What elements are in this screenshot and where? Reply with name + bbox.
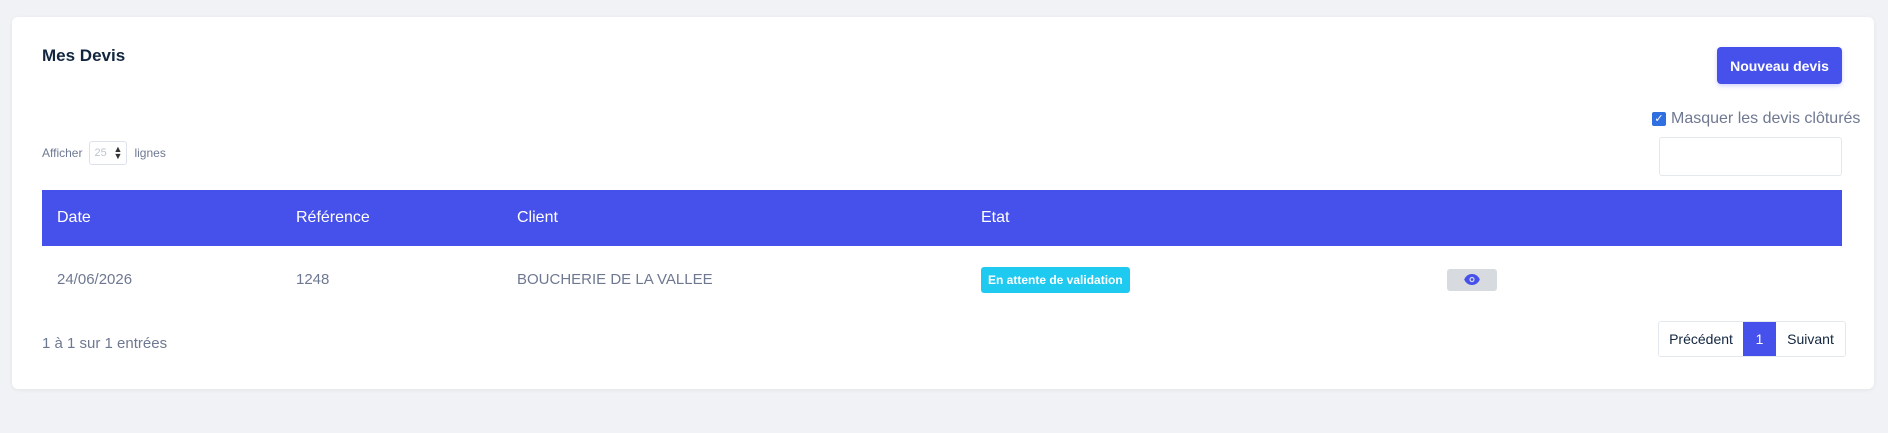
page-length-select[interactable]: 25 ▲ ▼ <box>89 141 128 165</box>
pagination: Précédent 1 Suivant <box>1658 321 1846 357</box>
show-prefix-label: Afficher <box>42 146 83 160</box>
pagination-page-1[interactable]: 1 <box>1743 322 1776 356</box>
column-header-date[interactable]: Date <box>42 190 281 246</box>
column-header-reference[interactable]: Référence <box>281 190 502 246</box>
column-header-client[interactable]: Client <box>502 190 966 246</box>
table-info: 1 à 1 sur 1 entrées <box>42 335 168 352</box>
hide-closed-label: Masquer les devis clôturés <box>1671 110 1861 127</box>
pagination-next[interactable]: Suivant <box>1776 322 1845 356</box>
show-suffix-label: lignes <box>134 146 166 160</box>
hide-closed-toggle[interactable]: ✓ Masquer les devis clôturés <box>1652 110 1860 128</box>
column-header-status[interactable]: Etat <box>966 190 1432 246</box>
quotes-table: Date Référence Client Etat 24/06/2026 12… <box>42 190 1842 313</box>
quotes-card: Mes Devis Nouveau devis ✓ Masquer les de… <box>12 17 1874 389</box>
cell-actions <box>1432 246 1842 313</box>
sort-arrows-icon: ▲ ▼ <box>113 144 123 161</box>
new-quote-button[interactable]: Nouveau devis <box>1717 47 1842 84</box>
page-length-control: Afficher 25 ▲ ▼ lignes <box>42 141 166 165</box>
column-header-actions <box>1432 190 1842 246</box>
cell-client: BOUCHERIE DE LA VALLEE <box>517 271 713 288</box>
page-title: Mes Devis <box>42 46 126 65</box>
cell-date: 24/06/2026 <box>57 271 133 288</box>
view-quote-button[interactable] <box>1447 268 1497 291</box>
cell-reference: 1248 <box>296 271 330 288</box>
table-header-row: Date Référence Client Etat <box>42 190 1842 246</box>
page-length-value: 25 <box>94 147 107 159</box>
pagination-previous[interactable]: Précédent <box>1659 322 1743 356</box>
status-badge: En attente de validation <box>981 266 1130 293</box>
search-input[interactable] <box>1659 137 1842 176</box>
cell-status: En attente de validation <box>966 246 1432 313</box>
hide-closed-checkbox[interactable]: ✓ <box>1652 112 1666 126</box>
eye-icon <box>1464 274 1480 285</box>
table-row: 24/06/2026 1248 BOUCHERIE DE LA VALLEE E… <box>42 246 1842 313</box>
check-icon: ✓ <box>1654 112 1664 125</box>
